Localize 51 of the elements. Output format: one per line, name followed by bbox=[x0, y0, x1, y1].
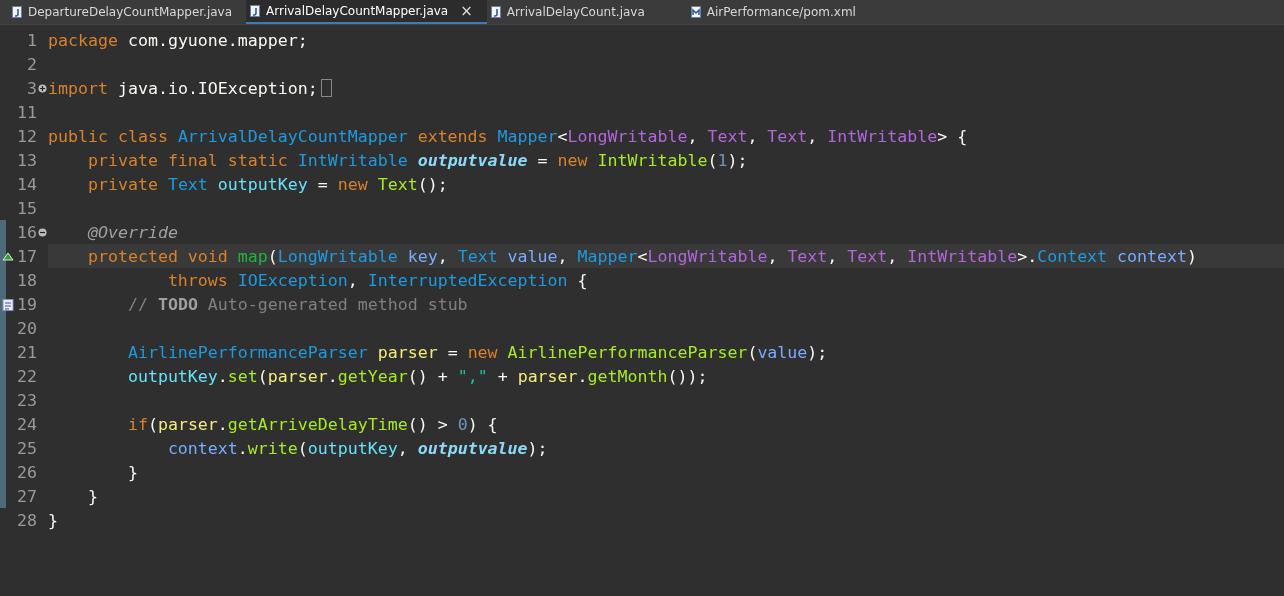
code-line: } bbox=[48, 510, 58, 530]
code-line: AirlinePerformanceParser parser = new AirlinePerformanceParser(value); bbox=[126, 342, 828, 362]
line-number: 13 bbox=[16, 150, 37, 170]
line-number: 28 bbox=[16, 510, 37, 530]
code-line: private final static IntWritable outputvalue = new IntWritable(1); bbox=[86, 150, 748, 170]
line-number: 24 bbox=[16, 414, 37, 434]
code-line: } bbox=[86, 486, 98, 506]
line-number: 12 bbox=[16, 126, 37, 146]
line-number: 11 bbox=[16, 102, 37, 122]
code-line: // TODO Auto-generated method stub bbox=[126, 294, 468, 314]
editor-tab[interactable]: AirPerformance/pom.xml bbox=[686, 0, 887, 24]
java-file-icon bbox=[12, 6, 22, 18]
line-number: 22 bbox=[16, 366, 37, 386]
editor-tab[interactable]: ArrivalDelayCountMapper.java × bbox=[246, 0, 487, 24]
line-number: 25 bbox=[16, 438, 37, 458]
code-line: package com.gyuone.mapper; bbox=[48, 30, 308, 50]
line-number: 27 bbox=[16, 486, 37, 506]
code-line: context.write(outputKey, outputvalue); bbox=[166, 438, 548, 458]
line-number: 23 bbox=[16, 390, 37, 410]
line-number: 15 bbox=[16, 198, 37, 218]
java-file-icon bbox=[250, 5, 261, 17]
editor-tab[interactable]: ArrivalDelayCount.java bbox=[486, 0, 687, 24]
code-line: protected void map(LongWritable key, Text value, Mapper<LongWritable, Text, Text, IntWritable>.Context context) bbox=[86, 246, 1198, 266]
code-line: } bbox=[126, 462, 138, 482]
folded-code-icon[interactable] bbox=[320, 79, 332, 97]
editor-tab[interactable]: DepartureDelayCountMapper.java bbox=[8, 0, 247, 24]
line-number: 1 bbox=[26, 30, 37, 50]
triangle-icon[interactable] bbox=[2, 251, 14, 261]
line-number: 17 bbox=[16, 246, 37, 266]
line-number: 19 bbox=[16, 294, 37, 314]
line-number: 3 bbox=[26, 78, 37, 98]
line-number: 26 bbox=[16, 462, 37, 482]
code-line: public class ArrivalDelayCountMapper extends Mapper<LongWritable, Text, Text, IntWritable> { bbox=[48, 126, 968, 146]
task-icon[interactable] bbox=[2, 297, 14, 311]
code-line: @Override bbox=[86, 222, 178, 242]
expand-icon[interactable] bbox=[38, 83, 47, 93]
code-line: import java.io.IOException; bbox=[48, 78, 318, 98]
line-number: 18 bbox=[16, 270, 37, 290]
code-line: outputKey.set(parser.getYear() + "," + parser.getMonth()); bbox=[126, 366, 708, 386]
xml-file-icon bbox=[690, 6, 701, 18]
java-file-icon bbox=[490, 6, 501, 18]
line-number: 20 bbox=[16, 318, 37, 338]
line-number: 16 bbox=[16, 222, 37, 242]
line-number: 14 bbox=[16, 174, 37, 194]
code-line: throws IOException, InterruptedException { bbox=[166, 270, 588, 290]
collapse-icon[interactable] bbox=[38, 227, 47, 237]
line-number: 2 bbox=[26, 54, 37, 74]
line-number: 21 bbox=[16, 342, 37, 362]
code-line: if(parser.getArriveDelayTime() > 0) { bbox=[126, 414, 498, 434]
code-line: private Text outputKey = new Text(); bbox=[86, 174, 448, 194]
close-icon[interactable]: × bbox=[460, 3, 473, 19]
